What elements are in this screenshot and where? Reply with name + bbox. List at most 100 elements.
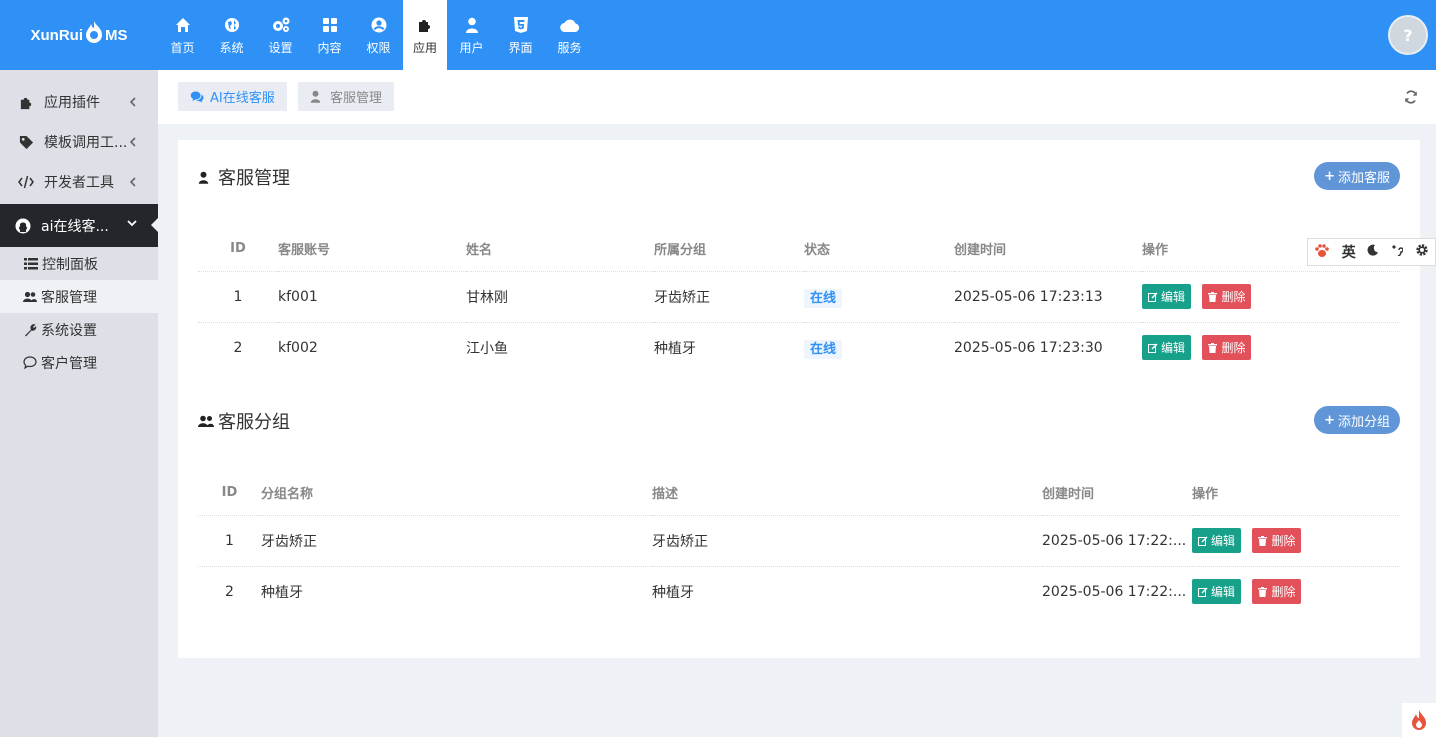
sidebar-item-templates[interactable]: 模板调用工...: [0, 122, 158, 162]
col-group-name: 分组名称: [261, 471, 652, 516]
gear-icon[interactable]: [1415, 243, 1429, 261]
col-id: ID: [198, 471, 261, 516]
nav-system[interactable]: 系统: [207, 0, 256, 70]
edit-button[interactable]: 编辑: [1142, 335, 1192, 361]
chevron-down-icon: [126, 217, 138, 233]
agents-section-title: 客服管理: [198, 164, 290, 190]
punctuation-icon[interactable]: [1391, 244, 1404, 260]
flame-logo-icon: [84, 21, 104, 43]
groups-section-title: 客服分组: [198, 408, 290, 434]
list-icon: [24, 257, 38, 271]
table-row: 1 牙齿矫正 牙齿矫正 2025-05-06 17:22:... 编辑 删除: [198, 515, 1400, 567]
avatar[interactable]: ?: [1388, 15, 1428, 55]
cell-account: kf001: [278, 271, 466, 323]
sidebar-sub-settings[interactable]: 系统设置: [0, 313, 158, 346]
add-group-button[interactable]: + 添加分组: [1314, 406, 1400, 434]
edit-button[interactable]: 编辑: [1192, 528, 1242, 553]
col-description: 描述: [652, 471, 1042, 516]
grid-icon: [320, 15, 340, 35]
user-icon: [198, 169, 214, 185]
nav-permissions[interactable]: 权限: [354, 0, 403, 70]
table-header-row: ID 客服账号 姓名 所属分组 状态 创建时间 操作: [198, 227, 1400, 272]
cell-name: 甘林刚: [466, 271, 654, 323]
logo[interactable]: XunRui MS: [0, 0, 158, 70]
cell-group: 牙齿矫正: [654, 271, 804, 323]
edit-icon: [1148, 291, 1158, 302]
sidebar-sub-agents[interactable]: 客服管理: [0, 280, 158, 313]
delete-button[interactable]: 删除: [1252, 579, 1302, 605]
trash-icon: [1258, 535, 1268, 546]
cell-actions: 编辑 删除: [1142, 271, 1400, 323]
trash-icon: [1208, 291, 1218, 302]
col-status: 状态: [804, 227, 954, 272]
refresh-icon[interactable]: [1404, 90, 1418, 104]
nav-apps[interactable]: 应用: [403, 0, 447, 70]
sidebar-item-ai-service[interactable]: ai在线客...: [0, 204, 159, 247]
edit-button[interactable]: 编辑: [1192, 579, 1242, 605]
github-icon: [14, 217, 32, 235]
ime-toolbar: 英: [1307, 238, 1436, 266]
cell-id: 1: [198, 271, 278, 323]
table-row: 2 kf002 江小鱼 种植牙 在线 2025-05-06 17:23:30 编…: [198, 322, 1400, 373]
tab-agent-management[interactable]: 客服管理: [298, 82, 395, 111]
table-header-row: ID 分组名称 描述 创建时间 操作: [198, 471, 1400, 516]
add-agent-button[interactable]: + 添加客服: [1314, 162, 1400, 190]
nav-home[interactable]: 首页: [158, 0, 207, 70]
sidebar-sub-customers[interactable]: 客户管理: [0, 346, 158, 379]
html5-icon: [511, 15, 531, 35]
table-row: 1 kf001 甘林刚 牙齿矫正 在线 2025-05-06 17:23:13 …: [198, 271, 1400, 323]
nav-settings[interactable]: 设置: [256, 0, 305, 70]
sidebar-item-plugins[interactable]: 应用插件: [0, 82, 158, 122]
edit-button[interactable]: 编辑: [1142, 284, 1192, 309]
cell-actions: 编辑 删除: [1142, 322, 1400, 373]
puzzle-icon: [17, 93, 35, 111]
cell-id: 1: [198, 515, 261, 567]
status-badge: 在线: [804, 289, 843, 308]
cell-group-name: 牙齿矫正: [261, 515, 652, 567]
groups-table: ID 分组名称 描述 创建时间 操作 1 牙齿矫正 牙齿矫正 2025-05-0…: [198, 471, 1400, 617]
delete-button[interactable]: 删除: [1252, 528, 1302, 553]
nav-content[interactable]: 内容: [305, 0, 354, 70]
moon-icon[interactable]: [1367, 244, 1379, 260]
cell-created: 2025-05-06 17:23:13: [954, 271, 1142, 323]
fire-icon[interactable]: [1402, 703, 1436, 737]
col-name: 姓名: [466, 227, 654, 272]
wrench-icon: [23, 323, 37, 337]
chevron-left-icon: [128, 94, 138, 110]
cell-name: 江小鱼: [466, 340, 508, 357]
sidebar-sub-dashboard[interactable]: 控制面板: [0, 247, 158, 280]
delete-button[interactable]: 删除: [1202, 284, 1252, 309]
tab-ai-service[interactable]: AI在线客服: [178, 82, 287, 111]
col-created: 创建时间: [1042, 471, 1192, 516]
col-created: 创建时间: [954, 227, 1142, 272]
nav-interface[interactable]: 界面: [496, 0, 545, 70]
users-icon: [23, 290, 37, 304]
cell-group-name: 种植牙: [261, 584, 303, 601]
edit-icon: [1198, 587, 1208, 597]
edit-icon: [1148, 343, 1158, 353]
paw-icon[interactable]: [1314, 243, 1330, 262]
table-row: 2 种植牙 种植牙 2025-05-06 17:22:... 编辑 删除: [198, 566, 1400, 617]
cell-id: 2: [233, 339, 243, 356]
cell-actions: 编辑 删除: [1192, 566, 1400, 617]
cogs-icon: [271, 15, 291, 35]
code-icon: [17, 173, 35, 191]
user-circle-icon: [369, 15, 389, 35]
col-group: 所属分组: [654, 227, 804, 272]
tab-strip: AI在线客服 客服管理: [158, 70, 1436, 124]
col-actions: 操作: [1192, 471, 1400, 516]
status-badge: 在线: [804, 340, 843, 360]
home-icon: [173, 15, 193, 35]
ime-lang-toggle[interactable]: 英: [1342, 242, 1356, 262]
cell-id: 2: [225, 583, 234, 600]
sidebar-item-devtools[interactable]: 开发者工具: [0, 162, 158, 202]
trash-icon: [1258, 586, 1268, 597]
delete-button[interactable]: 删除: [1202, 335, 1252, 361]
content-panel: 客服管理 + 添加客服 ID 客服账号 姓名 所属分组 状态 创建时间 操作 1…: [178, 140, 1420, 658]
cell-status: 在线: [804, 271, 954, 323]
comments-icon: [190, 90, 204, 104]
nav-users[interactable]: 用户: [447, 0, 496, 70]
chevron-left-icon: [128, 134, 138, 150]
edit-icon: [1198, 535, 1208, 546]
nav-services[interactable]: 服务: [545, 0, 594, 70]
